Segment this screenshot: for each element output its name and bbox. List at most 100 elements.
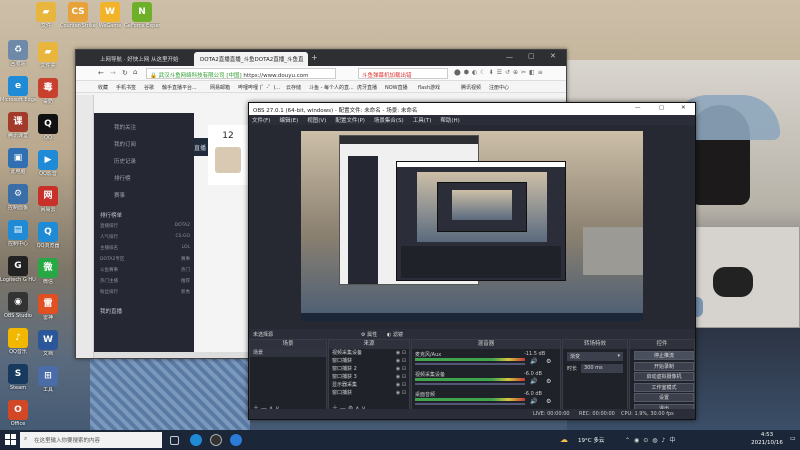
- bookmark-item[interactable]: 注册中心: [489, 84, 509, 91]
- speaker-icon[interactable]: 🔊: [530, 358, 537, 365]
- forward-icon[interactable]: →: [110, 69, 116, 77]
- control-button[interactable]: 启动虚拟摄像机: [634, 372, 694, 381]
- desktop-icon[interactable]: ⊞ 工具: [30, 366, 66, 393]
- douyu-side-item[interactable]: 我的订阅: [114, 140, 136, 148]
- close-button[interactable]: ✕: [550, 52, 556, 60]
- desktop-icon[interactable]: Q QQ: [30, 114, 66, 141]
- filters-button[interactable]: ◐ 滤镜: [387, 331, 403, 338]
- volume-slider[interactable]: [415, 383, 525, 385]
- properties-button[interactable]: ⚙ 属性: [361, 331, 377, 338]
- eye-lock-icon[interactable]: ◉ ⊡: [396, 373, 406, 381]
- desktop-icon[interactable]: 网网易云: [30, 186, 66, 213]
- bookmark-item[interactable]: 网易邮箱: [210, 84, 230, 91]
- obs-menu-item[interactable]: 视图(V): [307, 116, 326, 124]
- bookmark-item[interactable]: 虎牙直播: [357, 84, 377, 91]
- tab-navigation[interactable]: 上网导航 · 好快上网 从这里开始: [94, 52, 192, 66]
- rank-row[interactable]: 热门主播 推荐: [100, 278, 190, 284]
- browser-taskbar-icon[interactable]: [230, 434, 242, 446]
- eye-lock-icon[interactable]: ◉ ⊡: [396, 381, 406, 389]
- control-button[interactable]: 开始录制: [634, 361, 694, 371]
- obs-menu-item[interactable]: 场景集合(S): [374, 116, 404, 124]
- rank-row[interactable]: DOTA2专区 赛事: [100, 256, 190, 262]
- clock-date[interactable]: 2021/10/16: [745, 440, 789, 446]
- desktop-icon[interactable]: NGeForce Experience: [124, 2, 160, 29]
- source-item[interactable]: 窗口捕获 ◉ ⊡: [329, 389, 409, 397]
- bookmark-item[interactable]: 哔哩哔哩 (゜-゜)...: [238, 84, 280, 91]
- douyu-side-item[interactable]: 赛事: [114, 191, 125, 199]
- bookmark-item[interactable]: 收藏: [98, 84, 108, 91]
- volume-slider[interactable]: [415, 403, 525, 405]
- obs-preview[interactable]: [249, 125, 695, 329]
- rank-row[interactable]: 直播排行 DOTA2: [100, 223, 190, 229]
- windows-start-icon[interactable]: [5, 434, 16, 445]
- gear-icon[interactable]: ⚙: [546, 378, 551, 385]
- eye-lock-icon[interactable]: ◉ ⊡: [396, 349, 406, 357]
- desktop-icon[interactable]: O Office: [0, 400, 36, 427]
- obs-menu-item[interactable]: 帮助(H): [440, 116, 459, 124]
- duration-field[interactable]: 300 ms: [581, 364, 623, 373]
- transition-select[interactable]: 渐变 ▾: [567, 352, 623, 361]
- obs-menu-item[interactable]: 文件(F): [252, 116, 270, 124]
- control-button[interactable]: 停止推流: [634, 351, 694, 360]
- eye-lock-icon[interactable]: ◉ ⊡: [396, 389, 406, 397]
- notification-icon[interactable]: ▭: [790, 435, 796, 442]
- speaker-icon[interactable]: 🔊: [530, 398, 537, 405]
- obs-menu-item[interactable]: 编辑(E): [279, 116, 298, 124]
- obs-close-button[interactable]: ✕: [681, 105, 686, 111]
- eye-lock-icon[interactable]: ◉ ⊡: [396, 357, 406, 365]
- edge-taskbar-icon[interactable]: [190, 434, 202, 446]
- source-item[interactable]: 显示器采集 ◉ ⊡: [329, 381, 409, 389]
- avatar[interactable]: [215, 147, 241, 173]
- control-button[interactable]: 工作室模式: [634, 382, 694, 392]
- minimize-button[interactable]: —: [506, 53, 513, 61]
- url-field[interactable]: 🔒 武汉斗鱼网络科技有限公司 [中国] https://www.douyu.co…: [146, 68, 336, 79]
- source-item[interactable]: 窗口捕获 3 ◉ ⊡: [329, 373, 409, 381]
- obs-menu-item[interactable]: 工具(T): [413, 116, 432, 124]
- speaker-icon[interactable]: 🔊: [530, 378, 537, 385]
- douyu-side-item[interactable]: 排行榜: [114, 174, 131, 182]
- douyu-side-item[interactable]: 历史记录: [114, 157, 136, 165]
- maximize-button[interactable]: ▢: [528, 52, 535, 60]
- gear-icon[interactable]: ⚙: [546, 398, 551, 405]
- eye-lock-icon[interactable]: ◉ ⊡: [396, 365, 406, 373]
- bookmark-item[interactable]: 手机书签: [116, 84, 136, 91]
- gear-icon[interactable]: ⚙: [546, 358, 551, 365]
- back-icon[interactable]: ←: [98, 69, 104, 77]
- extension-icons[interactable]: ⬤⬢◐☾⬇☰↺⊕✂◧≡: [454, 69, 546, 76]
- desktop-icon[interactable]: 雷雷神: [30, 294, 66, 321]
- search-field[interactable]: 斗鱼弹幕机加载出错: [358, 68, 448, 79]
- desktop-icon[interactable]: ▰ 文件夹: [30, 42, 66, 69]
- desktop-icon[interactable]: W 文档: [30, 330, 66, 357]
- bookmark-item[interactable]: 触手直播平台...: [162, 84, 197, 91]
- taskbar-search-input[interactable]: ⌕ 在这里输入你要搜索的内容: [20, 432, 162, 448]
- source-item[interactable]: 窗口捕获 2 ◉ ⊡: [329, 365, 409, 373]
- bookmark-item[interactable]: NOW直播: [385, 84, 408, 91]
- volume-slider[interactable]: [415, 363, 525, 365]
- desktop-icon[interactable]: 微微信: [30, 258, 66, 285]
- control-button[interactable]: 设置: [634, 393, 694, 402]
- desktop-icon[interactable]: ▶ QQ影音: [30, 150, 66, 177]
- obs-minimize-button[interactable]: —: [635, 105, 641, 111]
- desktop-icon[interactable]: Q QQ浏览器: [30, 222, 66, 249]
- rank-row[interactable]: 粉丝排行 新秀: [100, 289, 190, 295]
- desktop-icon[interactable]: 毒毒奶: [30, 78, 66, 105]
- scene-item[interactable]: 场景: [250, 349, 326, 357]
- desktop-icon[interactable]: CSCounter-Strike Global Off.: [60, 2, 96, 29]
- obs-maximize-button[interactable]: ▢: [659, 105, 664, 111]
- douyu-side-item[interactable]: 我的关注: [114, 123, 136, 131]
- desktop-icon[interactable]: ▰ 文件: [28, 2, 64, 29]
- rank-row[interactable]: 斗鱼赛事 热门: [100, 267, 190, 273]
- rank-row[interactable]: 主播排名 LOL: [100, 245, 190, 251]
- tab-douyu[interactable]: DOTA2直播直播_斗鱼DOTA2直播_斗鱼直: [194, 52, 308, 66]
- new-tab-button[interactable]: +: [311, 53, 318, 62]
- clock-time[interactable]: 4:53: [752, 432, 782, 438]
- task-view-icon[interactable]: [170, 436, 179, 445]
- bookmark-item[interactable]: 腾讯视频: [461, 84, 481, 91]
- obs-menu-item[interactable]: 配置文件(P): [335, 116, 365, 124]
- bookmark-item[interactable]: 斗鱼 - 每个人的直...: [309, 84, 354, 91]
- rank-row[interactable]: 人气排行 CS:GO: [100, 234, 190, 240]
- douyu-nav-item[interactable]: 直播: [194, 143, 206, 152]
- bookmark-item[interactable]: flash游戏: [418, 84, 440, 91]
- source-item[interactable]: 窗口捕获 ◉ ⊡: [329, 357, 409, 365]
- refresh-icon[interactable]: ↻: [122, 69, 128, 77]
